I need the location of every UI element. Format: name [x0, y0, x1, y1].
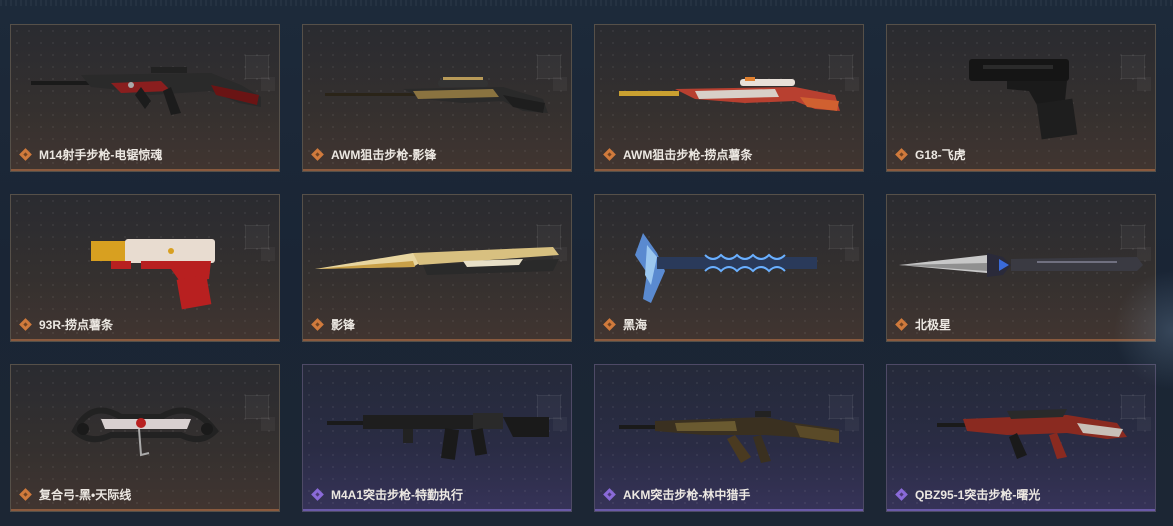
rarity-icon: [895, 488, 908, 501]
weapon-card[interactable]: AWM狙击步枪-影锋: [302, 24, 572, 172]
weapon-name: 复合弓-黑•天际线: [39, 488, 132, 502]
weapon-name: M14射手步枪-电锯惊魂: [39, 148, 163, 162]
rarity-bar: [887, 509, 1155, 511]
rarity-bar: [303, 339, 571, 341]
weapon-label: 黑海: [603, 316, 647, 333]
rarity-icon: [895, 148, 908, 161]
background-glow: [1113, 270, 1173, 390]
weapon-name: AWM狙击步枪-影锋: [331, 148, 437, 162]
awm-sniper-icon: [325, 77, 548, 113]
m14-rifle-icon: [31, 67, 261, 115]
rarity-icon: [603, 318, 616, 331]
compound-bow-icon: [71, 407, 219, 457]
rarity-bar: [11, 339, 279, 341]
rarity-bar: [595, 509, 863, 511]
weapon-label: AWM狙击步枪-捞点薯条: [603, 146, 752, 163]
weapon-card[interactable]: G18-飞虎: [886, 24, 1156, 172]
rarity-bar: [595, 169, 863, 171]
rarity-bar: [11, 509, 279, 511]
weapon-label: G18-飞虎: [895, 146, 966, 163]
weapon-card[interactable]: 复合弓-黑•天际线: [10, 364, 280, 512]
weapon-name: AWM狙击步枪-捞点薯条: [623, 148, 753, 162]
awm-sniper-icon: [619, 77, 840, 111]
weapon-name: 影锋: [331, 318, 356, 332]
rarity-bar: [11, 169, 279, 171]
butterfly-blade-icon: [315, 247, 559, 275]
rarity-icon: [603, 488, 616, 501]
weapon-label: QBZ95-1突击步枪-曙光: [895, 486, 1040, 503]
weapon-name: QBZ95-1突击步枪-曙光: [915, 488, 1041, 502]
rarity-icon: [311, 148, 324, 161]
weapon-name: 北极星: [915, 318, 952, 332]
rarity-bar: [887, 169, 1155, 171]
weapon-name: AKM突击步枪-林中猎手: [623, 488, 751, 502]
rarity-icon: [19, 148, 32, 161]
akm-rifle-icon: [619, 411, 839, 463]
m4a1-rifle-icon: [327, 413, 549, 460]
weapon-card[interactable]: 影锋: [302, 194, 572, 342]
weapon-name: M4A1突击步枪-特勤执行: [331, 488, 464, 502]
rarity-icon: [603, 148, 616, 161]
weapon-name: 黑海: [623, 318, 648, 332]
weapon-card[interactable]: AWM狙击步枪-捞点薯条: [594, 24, 864, 172]
weapon-label: 北极星: [895, 316, 951, 333]
rarity-icon: [311, 318, 324, 331]
weapon-grid: M14射手步枪-电锯惊魂 AWM狙击步枪-影锋 AWM狙击步枪-捞点薯条 G18…: [0, 0, 1173, 526]
weapon-card[interactable]: M4A1突击步枪-特勤执行: [302, 364, 572, 512]
rarity-icon: [311, 488, 324, 501]
93r-pistol-icon: [91, 239, 215, 310]
rarity-icon: [895, 318, 908, 331]
weapon-card[interactable]: AKM突击步枪-林中猎手: [594, 364, 864, 512]
rarity-bar: [303, 509, 571, 511]
weapon-label: M14射手步枪-电锯惊魂: [19, 146, 162, 163]
g18-pistol-icon: [969, 59, 1078, 140]
weapon-card[interactable]: M14射手步枪-电锯惊魂: [10, 24, 280, 172]
rarity-bar: [595, 339, 863, 341]
rarity-icon: [19, 318, 32, 331]
weapon-label: 93R-捞点薯条: [19, 316, 113, 333]
weapon-label: AWM狙击步枪-影锋: [311, 146, 436, 163]
rarity-icon: [19, 488, 32, 501]
weapon-name: 93R-捞点薯条: [39, 318, 114, 332]
weapon-card[interactable]: 黑海: [594, 194, 864, 342]
weapon-label: 复合弓-黑•天际线: [19, 486, 131, 503]
weapon-label: M4A1突击步枪-特勤执行: [311, 486, 463, 503]
rarity-bar: [303, 169, 571, 171]
axe-icon: [635, 233, 817, 303]
weapon-card[interactable]: 93R-捞点薯条: [10, 194, 280, 342]
weapon-name: G18-飞虎: [915, 148, 966, 162]
weapon-label: AKM突击步枪-林中猎手: [603, 486, 750, 503]
weapon-label: 影锋: [311, 316, 355, 333]
